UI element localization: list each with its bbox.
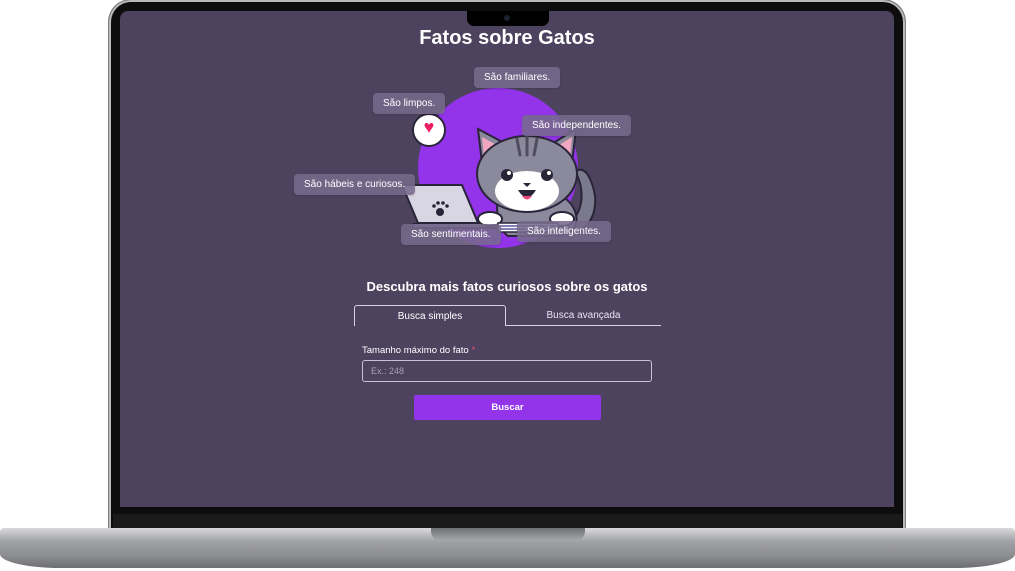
fact-pill: São inteligentes. (517, 221, 611, 242)
fact-pill: São independentes. (522, 115, 631, 136)
search-button[interactable]: Buscar (414, 395, 601, 420)
camera-notch (467, 11, 549, 26)
tab-simple-search[interactable]: Busca simples (354, 305, 506, 326)
section-subtitle: Descubra mais fatos curiosos sobre os ga… (366, 279, 648, 294)
max-length-input[interactable] (362, 360, 652, 382)
max-length-label: Tamanho máximo do fato * (362, 345, 475, 356)
fact-pill: São limpos. (373, 93, 446, 114)
app-screen: Fatos sobre Gatos ♥ São familiares. São … (120, 11, 894, 507)
hero-illustration: ♥ São familiares. São limpos. São indepe… (120, 11, 894, 271)
field-label-text: Tamanho máximo do fato (362, 345, 469, 356)
search-tabs: Busca simples Busca avançada (354, 305, 662, 327)
fact-pill: São hábeis e curiosos. (294, 174, 416, 195)
fact-pill: São familiares. (474, 67, 561, 88)
heart-icon: ♥ (423, 117, 435, 137)
tab-advanced-search[interactable]: Busca avançada (506, 305, 661, 326)
required-mark: * (471, 345, 476, 356)
laptop-opening-groove (431, 528, 585, 541)
fact-pill: São sentimentais. (401, 224, 501, 245)
speech-bubble: ♥ (412, 113, 446, 147)
camera-icon (504, 15, 510, 21)
